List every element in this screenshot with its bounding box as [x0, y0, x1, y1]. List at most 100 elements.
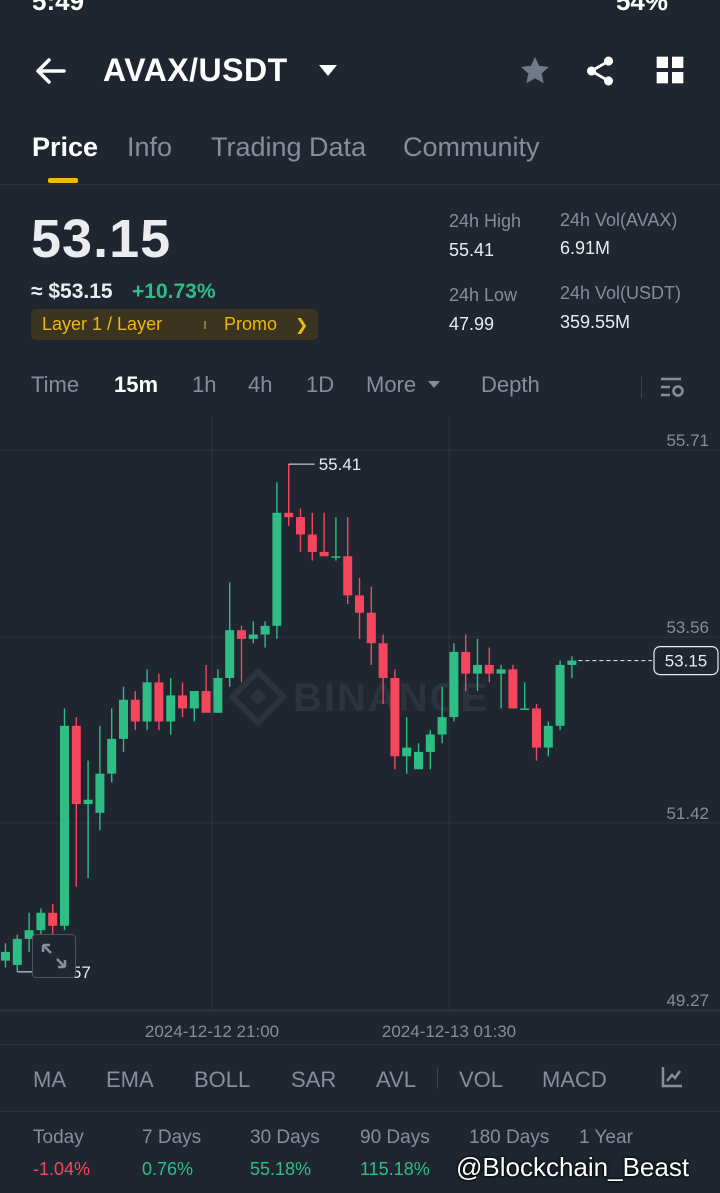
- candle-body: [496, 669, 506, 674]
- grid-icon[interactable]: [654, 54, 686, 86]
- stat-vol-base-label: 24h Vol(AVAX): [560, 210, 678, 230]
- candle-body: [213, 678, 223, 713]
- candle-body: [473, 664, 482, 674]
- active-tab-indicator: [48, 178, 78, 183]
- caret-down-icon[interactable]: [318, 64, 338, 78]
- perf-value-90d: 115.18%: [360, 1159, 430, 1179]
- candle-body: [130, 699, 140, 722]
- candle-body: [307, 534, 317, 552]
- timeframe-time[interactable]: Time: [31, 372, 79, 398]
- timeframe-1d[interactable]: 1D: [306, 372, 334, 398]
- usd-equivalent: ≈ $53.15: [31, 280, 113, 303]
- candle-body: [248, 634, 258, 639]
- indicator-macd[interactable]: MACD: [542, 1067, 607, 1093]
- candlestick-chart[interactable]: BINANCE 55.7153.5651.4249.272024-12-12 2…: [0, 416, 720, 1044]
- stat-high-value: 55.41: [449, 240, 495, 260]
- indicator-ma[interactable]: MA: [33, 1067, 66, 1093]
- candle-body: [260, 625, 270, 635]
- indicator-settings-icon[interactable]: [660, 1065, 684, 1089]
- category-label: Layer 1 / Layer: [42, 314, 163, 334]
- candle-body: [532, 708, 541, 748]
- candle-body: [331, 556, 341, 558]
- candle-body: [272, 512, 282, 626]
- indicator-divider: [437, 1067, 438, 1089]
- indicator-ema[interactable]: EMA: [106, 1067, 154, 1093]
- candle-body: [296, 517, 305, 535]
- indicator-bar: MA EMA BOLL SAR AVL VOL MACD: [0, 1044, 720, 1112]
- tab-community[interactable]: Community: [403, 132, 540, 163]
- chart-watermark-logo: [228, 667, 288, 727]
- candle-body: [201, 691, 211, 713]
- timeframe-more[interactable]: More: [366, 372, 416, 398]
- candle-body: [355, 595, 364, 613]
- timeframe-15m[interactable]: 15m: [114, 372, 158, 398]
- candle-body: [520, 708, 530, 710]
- status-battery: 54%: [616, 0, 668, 14]
- candle-body: [343, 556, 353, 596]
- indicator-vol[interactable]: VOL: [459, 1067, 503, 1093]
- last-price: 53.15: [31, 209, 172, 269]
- candle-body: [319, 551, 329, 557]
- header: AVAX/USDT: [0, 40, 720, 104]
- candle-body: [36, 912, 46, 931]
- stat-low-value: 47.99: [449, 314, 495, 334]
- last-price-badge-label: 53.15: [665, 652, 708, 671]
- category-tag[interactable]: Layer 1 / Layer Promo ❯: [31, 309, 318, 340]
- perf-value-30d: 55.18%: [250, 1159, 312, 1179]
- creator-watermark: @Blockchain_Beast: [456, 1152, 690, 1182]
- candle-body: [449, 651, 459, 718]
- timeframe-1h[interactable]: 1h: [192, 372, 216, 398]
- promo-label: Promo: [224, 314, 278, 334]
- candle-body: [154, 682, 164, 722]
- tab-price[interactable]: Price: [32, 132, 98, 163]
- perf-label-30d: 30 Days: [250, 1127, 320, 1148]
- candle-body: [142, 682, 152, 722]
- candle-body: [484, 664, 494, 674]
- perf-value-today: -1.04%: [33, 1159, 91, 1179]
- status-bar: 5:49 54%: [0, 0, 720, 14]
- candle-body: [425, 734, 435, 752]
- expand-icon: [41, 943, 67, 969]
- expand-chart-button[interactable]: [32, 934, 76, 978]
- pair-title[interactable]: AVAX/USDT: [103, 52, 288, 89]
- candle-body: [225, 630, 235, 678]
- candle-body: [189, 691, 199, 709]
- candle-body: [366, 612, 376, 644]
- indicator-avl[interactable]: AVL: [376, 1067, 416, 1093]
- y-tick-label: 53.56: [666, 618, 709, 637]
- tab-info[interactable]: Info: [127, 132, 172, 163]
- candle-body: [543, 725, 553, 748]
- price-change: +10.73%: [132, 280, 216, 303]
- depth-tab[interactable]: Depth: [481, 372, 540, 398]
- tab-trading-data[interactable]: Trading Data: [211, 132, 366, 163]
- candle-body: [390, 678, 400, 757]
- candle-body: [461, 651, 471, 674]
- stat-low-label: 24h Low: [449, 285, 518, 305]
- candle-body: [402, 747, 412, 757]
- perf-value-7d: 0.76%: [142, 1159, 194, 1179]
- perf-label-180d: 180 Days: [469, 1127, 550, 1148]
- candle-body: [166, 695, 176, 722]
- share-icon[interactable]: [583, 54, 617, 88]
- candle-body: [437, 717, 447, 735]
- x-tick-label: 2024-12-12 21:00: [145, 1022, 279, 1041]
- indicator-boll[interactable]: BOLL: [194, 1067, 250, 1093]
- more-caret-icon[interactable]: [427, 380, 441, 390]
- candle-body: [48, 912, 58, 926]
- candle-body: [107, 738, 117, 774]
- chart-settings-icon[interactable]: [659, 375, 685, 399]
- candle-body: [60, 725, 69, 926]
- y-tick-label: 49.27: [666, 991, 709, 1010]
- candle-body: [555, 664, 565, 726]
- back-arrow-icon[interactable]: [34, 54, 68, 88]
- chevron-right-icon: ❯: [295, 317, 309, 334]
- candle-body: [414, 751, 423, 770]
- star-icon[interactable]: [518, 54, 552, 88]
- candle-body: [119, 699, 128, 739]
- timeframe-4h[interactable]: 4h: [248, 372, 272, 398]
- candle-body: [12, 938, 22, 965]
- perf-label-today: Today: [33, 1127, 84, 1148]
- candle-body: [508, 669, 518, 709]
- indicator-sar[interactable]: SAR: [291, 1067, 336, 1093]
- stat-vol-base-value: 6.91M: [560, 238, 611, 258]
